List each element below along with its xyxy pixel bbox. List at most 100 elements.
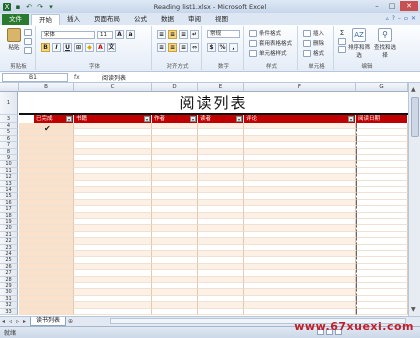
wrap-text-icon[interactable]: ↵ <box>190 30 199 39</box>
maximize-button[interactable]: □ <box>385 1 399 11</box>
font-name-select[interactable]: 宋体 <box>41 30 95 39</box>
vertical-scrollbar[interactable]: ▲ ▼ <box>408 83 420 316</box>
align-left-icon[interactable]: ≡ <box>157 43 166 52</box>
merge-center-icon[interactable]: ⇔ <box>190 43 199 52</box>
phonetic-icon[interactable]: 文 <box>107 43 116 52</box>
prev-sheet-icon[interactable]: ◃ <box>7 318 14 325</box>
tab-formulas[interactable]: 公式 <box>127 14 154 25</box>
workbook-close-icon[interactable]: ✕ <box>411 15 416 22</box>
row-header[interactable]: 1 <box>0 92 18 115</box>
column-header-e[interactable]: E <box>198 83 244 92</box>
help-icon[interactable]: ? <box>392 15 395 22</box>
fill-color-icon[interactable]: ◆ <box>85 43 94 52</box>
delete-cells-button[interactable]: 删除 <box>303 39 324 47</box>
currency-icon[interactable]: $ <box>207 43 216 52</box>
last-sheet-icon[interactable]: ▸ <box>21 318 28 325</box>
name-box[interactable]: B1 <box>2 72 68 82</box>
fill-icon[interactable] <box>338 38 346 45</box>
fx-button[interactable]: fx <box>74 74 102 81</box>
shrink-font-icon[interactable]: a <box>126 30 135 39</box>
cell[interactable] <box>152 308 198 315</box>
column-header-c[interactable]: C <box>74 83 152 92</box>
close-button[interactable]: ✕ <box>400 1 418 11</box>
comma-icon[interactable]: , <box>229 43 238 52</box>
workbook-restore-icon[interactable]: ▫ <box>404 15 408 22</box>
column-header-d[interactable]: D <box>152 83 198 92</box>
paste-button[interactable]: 粘贴 <box>6 28 22 51</box>
autosum-icon[interactable]: Σ <box>340 29 344 37</box>
cell[interactable] <box>74 308 152 315</box>
header-review-label: 评论 <box>246 116 258 122</box>
sort-filter-button[interactable]: AZ 排序和筛选 <box>346 28 372 59</box>
column-header-f[interactable]: F <box>244 83 356 92</box>
next-sheet-icon[interactable]: ▹ <box>14 318 21 325</box>
tab-review[interactable]: 审阅 <box>181 14 208 25</box>
tab-home[interactable]: 开始 <box>31 14 60 25</box>
align-center-icon[interactable]: ≡ <box>168 43 177 52</box>
cell-styles-button[interactable]: 单元格样式 <box>249 49 287 57</box>
scroll-up-icon[interactable]: ▲ <box>411 86 416 93</box>
filter-dropdown-icon[interactable]: ▾ <box>236 116 242 122</box>
border-icon[interactable]: ⊞ <box>74 43 83 52</box>
percent-button[interactable]: % <box>218 43 227 52</box>
font-color-icon[interactable]: A <box>96 43 105 52</box>
filter-dropdown-icon[interactable]: ▾ <box>348 116 354 122</box>
grow-font-icon[interactable]: A <box>115 30 124 39</box>
insert-sheet-icon[interactable]: ⊕ <box>68 318 78 325</box>
workbook-minimize-icon[interactable]: – <box>398 15 401 22</box>
formula-bar: B1 fx 阅读列表 <box>0 72 420 83</box>
tab-insert[interactable]: 插入 <box>60 14 87 25</box>
scroll-thumb[interactable] <box>411 97 419 137</box>
styles-group-label: 样式 <box>265 64 277 70</box>
bold-button[interactable]: B <box>41 43 50 52</box>
filter-dropdown-icon[interactable]: ▾ <box>144 116 150 122</box>
status-text: 就绪 <box>4 330 17 337</box>
formula-input[interactable]: 阅读列表 <box>102 73 126 82</box>
format-as-table-button[interactable]: 套用表格格式 <box>249 39 292 47</box>
minimize-button[interactable]: – <box>370 1 384 11</box>
align-middle-icon[interactable]: ≡ <box>168 30 177 39</box>
header-reader: 读者 ▾ <box>198 115 244 123</box>
insert-cells-button[interactable]: 插入 <box>303 29 324 37</box>
filter-dropdown-icon[interactable]: ▾ <box>190 116 196 122</box>
format-painter-icon[interactable] <box>24 47 32 54</box>
copy-icon[interactable] <box>24 38 32 45</box>
row-header[interactable]: 3 <box>0 115 18 123</box>
align-bottom-icon[interactable]: ≡ <box>179 30 188 39</box>
clear-icon[interactable] <box>338 46 346 53</box>
scroll-down-icon[interactable]: ▼ <box>411 306 416 313</box>
header-completed-label: 已完成 <box>36 116 53 122</box>
tab-view[interactable]: 视图 <box>208 14 235 25</box>
align-top-icon[interactable]: ≡ <box>157 30 166 39</box>
header-book-label: 书籍 <box>76 116 88 122</box>
cell-styles-label: 单元格样式 <box>259 51 287 57</box>
tab-page-layout[interactable]: 页面布局 <box>87 14 127 25</box>
cut-icon[interactable] <box>24 29 32 36</box>
first-sheet-icon[interactable]: ◂ <box>0 318 7 325</box>
tab-file[interactable]: 文件 <box>2 14 29 25</box>
filter-dropdown-icon[interactable]: ▾ <box>66 116 72 122</box>
column-header-b[interactable]: B <box>19 83 74 92</box>
underline-button[interactable]: U <box>63 43 72 52</box>
format-cells-button[interactable]: 格式 <box>303 49 324 57</box>
conditional-format-button[interactable]: 条件格式 <box>249 29 281 37</box>
table-format-icon <box>249 39 257 47</box>
column-header-g[interactable]: G <box>356 83 408 92</box>
find-select-button[interactable]: ⚲ 查找和选择 <box>372 28 398 59</box>
ribbon: 粘贴 剪贴板 宋体 11 A a B I U ⊞ ◆ A 文 字体 ≡ ≡ ≡ … <box>0 25 420 72</box>
italic-button[interactable]: I <box>52 43 61 52</box>
minimize-ribbon-icon[interactable]: ▵ <box>386 15 389 22</box>
select-all-corner[interactable] <box>0 83 19 92</box>
cell[interactable] <box>244 308 356 315</box>
sheet-tab-reading-list[interactable]: 读书列表 <box>30 317 67 326</box>
number-group-label: 数字 <box>217 64 229 70</box>
cell[interactable] <box>198 308 244 315</box>
number-format-select[interactable]: 常规 <box>207 30 240 38</box>
worksheet-grid[interactable]: B C D E F G 1 3 4 5 6 7 8 9 10 11 12 13 14 15 16 17 18 19… <box>0 83 408 316</box>
font-size-select[interactable]: 11 <box>97 30 113 39</box>
align-right-icon[interactable]: ≡ <box>179 43 188 52</box>
tab-data[interactable]: 数据 <box>154 14 181 25</box>
cell[interactable] <box>19 308 74 315</box>
row-header[interactable]: 33 <box>0 308 18 315</box>
cell[interactable] <box>356 308 408 315</box>
